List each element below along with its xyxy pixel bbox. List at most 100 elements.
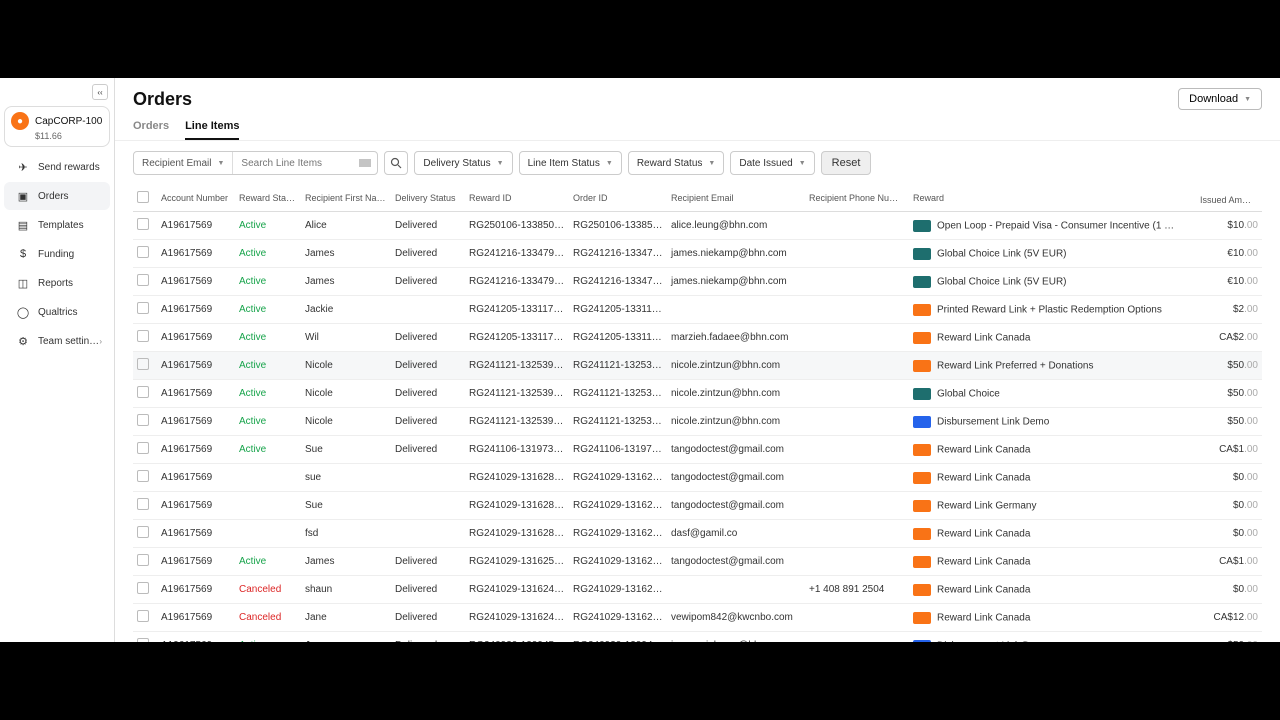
- row-checkbox[interactable]: [137, 610, 149, 622]
- sidebar-item-team-settings[interactable]: ⚙ Team settings ›: [4, 327, 110, 355]
- table-row[interactable]: A19617569 Active Wil Delivered RG241205-…: [133, 324, 1262, 352]
- cell-phone: [805, 464, 909, 492]
- table-row[interactable]: A19617569 Active Nicole Delivered RG2411…: [133, 380, 1262, 408]
- chevron-left-icon: ‹‹: [97, 88, 102, 97]
- row-checkbox[interactable]: [137, 414, 149, 426]
- table-row[interactable]: A19617569 Active Sue Delivered RG241106-…: [133, 436, 1262, 464]
- row-checkbox[interactable]: [137, 358, 149, 370]
- table-row[interactable]: A19617569 Active James Delivered RG24093…: [133, 632, 1262, 643]
- column-header[interactable]: Account Number: [157, 185, 235, 212]
- filter-reward-status[interactable]: Reward Status▼: [628, 151, 725, 175]
- cell-delivery-status: Delivered: [391, 380, 465, 408]
- column-header[interactable]: Reward Status: [235, 185, 301, 212]
- cell-order-id: RG241216-133479-49: [569, 268, 667, 296]
- search-group: Recipient Email ▼: [133, 151, 378, 175]
- chevron-right-icon: ›: [99, 337, 102, 346]
- cell-delivery-status: Delivered: [391, 212, 465, 240]
- sidebar-item-qualtrics[interactable]: ◯ Qualtrics: [4, 298, 110, 326]
- cell-reward-status: Active: [235, 352, 301, 380]
- cell-reward: Open Loop - Prepaid Visa - Consumer Ince…: [909, 212, 1196, 240]
- tab-line-items[interactable]: Line Items: [185, 120, 239, 140]
- cell-reward: Reward Link Canada: [909, 324, 1196, 352]
- cell-amount: $50.00: [1196, 408, 1262, 436]
- table-row[interactable]: A19617569 Active Nicole Delivered RG2411…: [133, 352, 1262, 380]
- table-scroll[interactable]: Account NumberReward StatusRecipient Fir…: [115, 185, 1280, 642]
- cell-reward-status: Active: [235, 632, 301, 643]
- cell-order-id: RG241029-131628-38: [569, 464, 667, 492]
- cell-reward-status: [235, 464, 301, 492]
- filter-line-item-status[interactable]: Line Item Status▼: [519, 151, 622, 175]
- row-checkbox[interactable]: [137, 554, 149, 566]
- filter-delivery-status[interactable]: Delivery Status▼: [414, 151, 512, 175]
- table-row[interactable]: A19617569 Active James Delivered RG24102…: [133, 548, 1262, 576]
- cell-phone: +1 408 891 2504: [805, 576, 909, 604]
- column-header[interactable]: Recipient Email: [667, 185, 805, 212]
- cell-first-name: sue: [301, 464, 391, 492]
- cell-email: dasf@gamil.co: [667, 520, 805, 548]
- cell-amount: CA$1.00: [1196, 548, 1262, 576]
- table-row[interactable]: A19617569 Active Alice Delivered RG25010…: [133, 212, 1262, 240]
- row-checkbox[interactable]: [137, 246, 149, 258]
- cell-reward: Disbursement Link Demo: [909, 408, 1196, 436]
- row-checkbox[interactable]: [137, 498, 149, 510]
- main-content: Orders Download ▼ OrdersLine Items Recip…: [115, 78, 1280, 642]
- tab-orders[interactable]: Orders: [133, 120, 169, 140]
- row-checkbox[interactable]: [137, 386, 149, 398]
- search-input[interactable]: [233, 152, 353, 174]
- cell-email: alice.leung@bhn.com: [667, 212, 805, 240]
- sidebar-item-templates[interactable]: ▤ Templates: [4, 211, 110, 239]
- column-header[interactable]: Order ID: [569, 185, 667, 212]
- filter-date-issued[interactable]: Date Issued▼: [730, 151, 814, 175]
- row-checkbox[interactable]: [137, 638, 149, 642]
- column-header[interactable]: Reward ID: [465, 185, 569, 212]
- column-header[interactable]: Delivery Status: [391, 185, 465, 212]
- barcode-icon[interactable]: [353, 152, 377, 174]
- download-button[interactable]: Download ▼: [1178, 88, 1262, 110]
- column-header[interactable]: Reward: [909, 185, 1196, 212]
- search-button[interactable]: [384, 151, 408, 175]
- column-header[interactable]: Issued Am…: [1196, 185, 1262, 212]
- table-row[interactable]: A19617569 Active Jackie RG241205-133117-…: [133, 296, 1262, 324]
- row-checkbox[interactable]: [137, 302, 149, 314]
- table-row[interactable]: A19617569 sue RG241029-131628-38-1 RG241…: [133, 464, 1262, 492]
- sidebar-collapse-button[interactable]: ‹‹: [92, 84, 108, 100]
- table-row[interactable]: A19617569 Active James Delivered RG24121…: [133, 268, 1262, 296]
- table-row[interactable]: A19617569 Canceled shaun Delivered RG241…: [133, 576, 1262, 604]
- select-all-checkbox[interactable]: [137, 191, 149, 203]
- table-row[interactable]: A19617569 Canceled Jane Delivered RG2410…: [133, 604, 1262, 632]
- row-checkbox[interactable]: [137, 526, 149, 538]
- reset-button[interactable]: Reset: [821, 151, 872, 175]
- cell-reward: Global Choice: [909, 380, 1196, 408]
- cell-order-id: RG250106-133850-97: [569, 212, 667, 240]
- row-checkbox[interactable]: [137, 218, 149, 230]
- cell-delivery-status: [391, 520, 465, 548]
- column-header[interactable]: Recipient First Name: [301, 185, 391, 212]
- row-checkbox[interactable]: [137, 582, 149, 594]
- columns-settings-icon[interactable]: [1254, 191, 1262, 205]
- cell-delivery-status: [391, 492, 465, 520]
- sidebar-item-send-rewards[interactable]: ✈ Send rewards: [4, 153, 110, 181]
- column-header[interactable]: Recipient Phone Number: [805, 185, 909, 212]
- chevron-down-icon: ▼: [217, 160, 224, 167]
- table-row[interactable]: A19617569 Active Nicole Delivered RG2411…: [133, 408, 1262, 436]
- sidebar-item-reports[interactable]: ◫ Reports: [4, 269, 110, 297]
- account-avatar-icon: ●: [11, 112, 29, 130]
- sidebar-item-orders[interactable]: ▣ Orders: [4, 182, 110, 210]
- row-checkbox[interactable]: [137, 442, 149, 454]
- row-checkbox[interactable]: [137, 330, 149, 342]
- sidebar-item-funding[interactable]: $ Funding: [4, 240, 110, 268]
- table-row[interactable]: A19617569 Active James Delivered RG24121…: [133, 240, 1262, 268]
- reward-swatch-icon: [913, 472, 931, 484]
- row-checkbox[interactable]: [137, 274, 149, 286]
- cell-reward-id: RG241029-131628-25-1: [465, 520, 569, 548]
- row-checkbox[interactable]: [137, 470, 149, 482]
- search-category-select[interactable]: Recipient Email ▼: [134, 152, 233, 174]
- cell-reward-id: RG241216-133479-49-1: [465, 268, 569, 296]
- table-row[interactable]: A19617569 fsd RG241029-131628-25-1 RG241…: [133, 520, 1262, 548]
- account-selector[interactable]: ● CapCORP-100 $11.66: [4, 106, 110, 147]
- table-row[interactable]: A19617569 Sue RG241029-131628-30-1 RG241…: [133, 492, 1262, 520]
- cell-reward: Reward Link Germany: [909, 492, 1196, 520]
- reward-swatch-icon: [913, 612, 931, 624]
- cell-first-name: Sue: [301, 492, 391, 520]
- column-header[interactable]: [133, 185, 157, 212]
